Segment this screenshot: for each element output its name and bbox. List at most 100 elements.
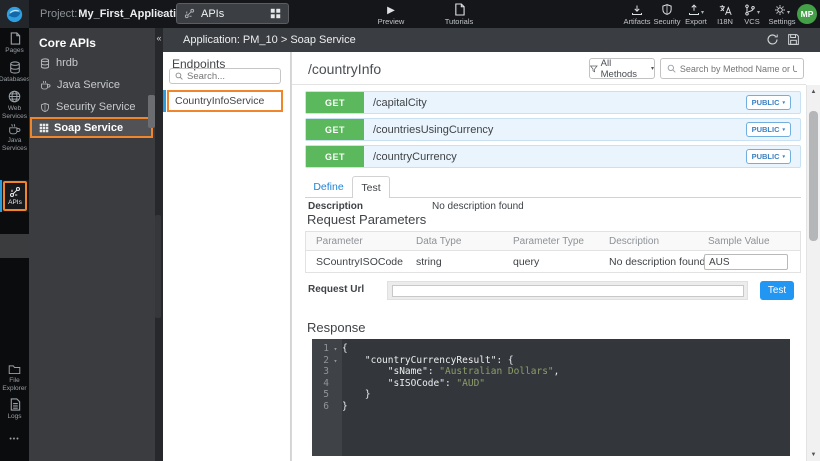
request-url-container xyxy=(387,281,748,300)
core-apis-title: Core APIs xyxy=(39,36,96,50)
core-api-label: hrdb xyxy=(56,57,78,69)
method-path: /capitalCity xyxy=(373,92,427,113)
core-api-label: Security Service xyxy=(56,101,135,113)
download-icon xyxy=(631,2,643,16)
method-row-capitalcity[interactable]: GET /capitalCity PUBLIC ▾ xyxy=(305,91,801,114)
endpoints-search-input[interactable] xyxy=(187,71,267,82)
access-label: PUBLIC xyxy=(752,125,780,134)
test-button[interactable]: Test xyxy=(760,281,794,300)
selected-indicator xyxy=(163,90,166,112)
tutorials-button[interactable]: Tutorials xyxy=(438,2,480,26)
get-method-badge: GET xyxy=(306,146,364,167)
header-divider xyxy=(292,84,806,85)
search-icon xyxy=(175,72,183,80)
artifacts-button[interactable]: Artifacts xyxy=(619,2,655,26)
project-name: My_First_Application xyxy=(78,8,189,20)
app-logo[interactable] xyxy=(0,0,29,28)
line-number: 6 xyxy=(312,401,329,413)
endpoints-search-box[interactable] xyxy=(169,68,281,84)
request-parameters-title: Request Parameters xyxy=(307,212,426,227)
access-dropdown[interactable]: PUBLIC ▾ xyxy=(746,149,791,164)
core-api-item-java-service[interactable]: Java Service xyxy=(29,74,155,96)
core-api-item-security-service[interactable]: Security Service xyxy=(29,96,155,118)
code-line: 4 "sISOCode": "AUD" xyxy=(312,378,790,390)
api-icon xyxy=(9,186,21,198)
security-label: Security xyxy=(653,17,680,26)
app-header-title: Application: PM_10 > Soap Service xyxy=(183,28,356,52)
grid-icon[interactable] xyxy=(270,8,281,19)
page-icon xyxy=(9,32,21,45)
more-menu[interactable]: ••• xyxy=(0,436,29,443)
access-label: PUBLIC xyxy=(752,152,780,161)
column-header: Description xyxy=(609,232,659,250)
sidebar-label: APIs xyxy=(8,199,22,206)
request-url-input[interactable] xyxy=(392,285,744,297)
vcs-button[interactable]: ▾ VCS xyxy=(739,2,765,26)
scroll-up-icon[interactable]: ▲ xyxy=(807,85,820,98)
method-row-countriesusingcurrency[interactable]: GET /countriesUsingCurrency PUBLIC ▾ xyxy=(305,118,801,141)
method-row-countrycurrency[interactable]: GET /countryCurrency PUBLIC ▾ xyxy=(305,145,801,168)
method-path: /countriesUsingCurrency xyxy=(373,119,493,140)
fold-icon[interactable]: ▾ xyxy=(329,343,342,355)
wavemaker-studio: Project: My_First_Application > APIs ▶ P… xyxy=(0,0,820,461)
globe-icon xyxy=(8,90,21,103)
core-api-item-hrdb[interactable]: hrdb xyxy=(29,52,155,74)
sidebar-label: Java Services xyxy=(0,137,29,152)
methods-filter-dropdown[interactable]: All Methods ▾ xyxy=(589,58,655,79)
sidebar-item-web-services[interactable]: Web Services xyxy=(0,90,29,120)
left-nav: Pages Databases Web Services Java Servic… xyxy=(0,28,29,461)
scroll-down-icon[interactable]: ▼ xyxy=(807,448,820,461)
wavemaker-logo-icon xyxy=(6,6,23,23)
settings-button[interactable]: ▾ Settings xyxy=(765,2,799,26)
breadcrumb: Project: My_First_Application xyxy=(40,0,190,28)
user-avatar[interactable]: MP xyxy=(797,4,817,24)
line-number: 1 xyxy=(312,343,329,355)
endpoint-list-item-selected[interactable]: CountryInfoService xyxy=(163,89,291,113)
sidebar-item-databases[interactable]: Databases xyxy=(0,61,29,84)
divider-scrollbar-thumb[interactable] xyxy=(155,215,161,318)
code-line: 3 "sName": "Australian Dollars", xyxy=(312,366,790,378)
filter-icon xyxy=(590,65,598,73)
description-value: No description found xyxy=(432,201,524,212)
i18n-button[interactable]: I18N xyxy=(711,2,739,26)
preview-label: Preview xyxy=(378,17,405,26)
access-dropdown[interactable]: PUBLIC ▾ xyxy=(746,95,791,110)
tutorial-highlight-apis: APIs xyxy=(3,181,27,211)
tutorials-label: Tutorials xyxy=(445,17,473,26)
save-icon xyxy=(787,33,800,46)
endpoints-panel: Endpoints CountryInfoService xyxy=(163,52,291,461)
sidebar-item-pages[interactable]: Pages xyxy=(0,32,29,55)
save-button[interactable] xyxy=(787,33,800,46)
sidebar-item-logs[interactable]: Logs xyxy=(0,398,29,421)
methods-filter-label: All Methods xyxy=(601,58,648,80)
main-scrollbar[interactable]: ▲ ▼ xyxy=(806,85,820,461)
core-api-label: Java Service xyxy=(57,79,120,91)
sidebar-item-java-services[interactable]: Java Services xyxy=(0,123,29,152)
caret-down-icon: ▾ xyxy=(787,9,790,16)
project-label: Project: xyxy=(40,8,77,20)
reload-button[interactable] xyxy=(766,33,779,46)
method-search-box[interactable] xyxy=(660,58,804,79)
sidebar-item-file-explorer[interactable]: File Explorer xyxy=(0,364,29,392)
reload-icon xyxy=(766,33,779,46)
sidebar-item-apis-selected[interactable]: APIs xyxy=(0,180,29,212)
tab-test-active[interactable]: Test xyxy=(352,176,390,198)
fold-icon[interactable]: ▾ xyxy=(329,355,342,367)
scrollbar-thumb[interactable] xyxy=(809,111,818,241)
tab-apis[interactable]: APIs xyxy=(176,3,289,24)
sample-value-input[interactable] xyxy=(704,254,788,270)
caret-down-icon: ▾ xyxy=(782,154,785,160)
export-label: Export xyxy=(685,17,707,26)
tab-define[interactable]: Define xyxy=(305,176,352,198)
core-api-item-soap-service-selected[interactable]: Soap Service xyxy=(30,117,153,138)
access-dropdown[interactable]: PUBLIC ▾ xyxy=(746,122,791,137)
preview-button[interactable]: ▶ Preview xyxy=(372,2,410,26)
panel-scrollbar-thumb[interactable] xyxy=(148,95,155,128)
soap-grid-icon xyxy=(39,123,49,133)
table-row: SCountryISOCode string query No descript… xyxy=(305,251,801,273)
fold-icon xyxy=(329,389,342,401)
export-button[interactable]: ▾ Export xyxy=(679,2,713,26)
param-description: No description found xyxy=(609,251,705,272)
document-icon xyxy=(454,2,465,16)
method-search-input[interactable] xyxy=(680,64,797,74)
